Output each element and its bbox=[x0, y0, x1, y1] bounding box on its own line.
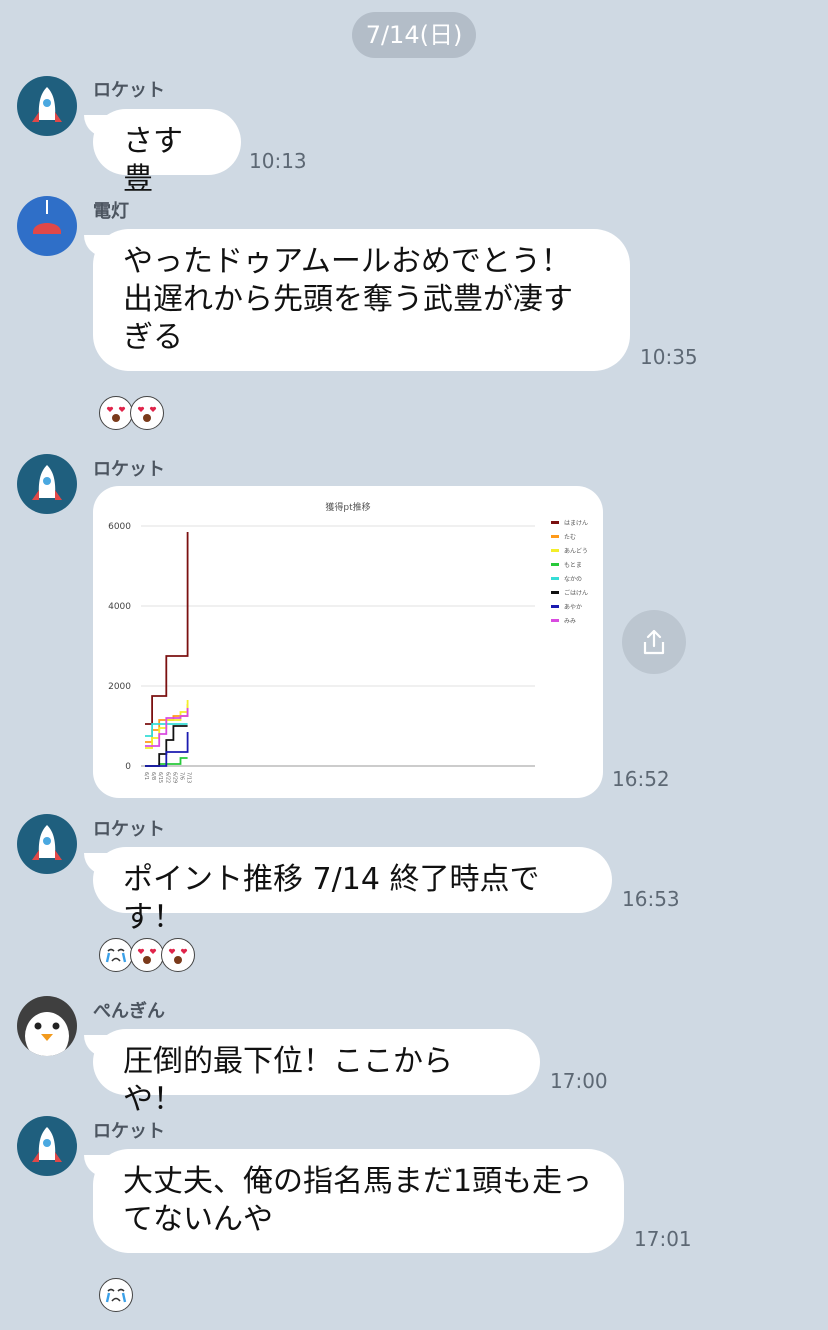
x-tick-label: 6/8 bbox=[150, 772, 156, 780]
message-bubble[interactable]: やったドゥアムールおめでとう！ 出遅れから先頭を奪う武豊が凄すぎる bbox=[84, 229, 630, 371]
sender-name: ロケット bbox=[93, 1121, 165, 1142]
rocket-icon bbox=[32, 87, 62, 122]
legend-swatch bbox=[551, 605, 559, 608]
heart-eyes-face-icon[interactable] bbox=[161, 938, 195, 972]
message-text: 圧倒的最下位！ここからや！ bbox=[123, 1044, 453, 1117]
crying-face-icon[interactable] bbox=[99, 938, 133, 972]
lamp-icon bbox=[33, 200, 61, 234]
message-bubble[interactable]: ポイント推移 7/14 終了時点です！ bbox=[84, 847, 612, 935]
heart-eyes-face-icon[interactable] bbox=[130, 938, 164, 972]
avatar-rocket[interactable] bbox=[17, 454, 77, 514]
x-tick-label: 6/15 bbox=[157, 772, 163, 783]
message-time: 16:52 bbox=[612, 767, 670, 791]
crying-face-icon[interactable] bbox=[99, 1278, 133, 1312]
legend-swatch bbox=[551, 563, 559, 566]
message-bubble[interactable]: 圧倒的最下位！ここからや！ bbox=[84, 1029, 540, 1117]
legend-label: もとま bbox=[564, 562, 582, 569]
x-tick-label: 6/22 bbox=[164, 772, 170, 783]
heart-eyes-face-icon[interactable] bbox=[99, 396, 133, 430]
y-tick-label: 6000 bbox=[108, 522, 131, 532]
avatar-lamp[interactable] bbox=[17, 196, 77, 256]
date-separator: 7/14(日) bbox=[352, 12, 476, 58]
rocket-icon bbox=[32, 1127, 62, 1162]
legend-label: ごはけん bbox=[564, 589, 588, 597]
legend-label: たむ bbox=[564, 534, 576, 541]
legend-label: あやか bbox=[564, 603, 582, 611]
share-button[interactable] bbox=[622, 610, 686, 674]
y-tick-label: 2000 bbox=[108, 682, 131, 692]
message-time: 17:01 bbox=[634, 1227, 692, 1251]
sender-name: ロケット bbox=[93, 819, 165, 840]
message-time: 10:35 bbox=[640, 345, 698, 369]
legend-swatch bbox=[551, 549, 559, 552]
legend-label: はまけん bbox=[564, 520, 588, 527]
rocket-icon bbox=[32, 825, 62, 860]
message-text: ポイント推移 7/14 終了時点です！ bbox=[123, 862, 540, 935]
avatar-penguin[interactable] bbox=[17, 996, 77, 1056]
legend-swatch bbox=[551, 591, 559, 594]
message-text: さす豊 bbox=[123, 124, 183, 197]
sender-name: 電灯 bbox=[93, 201, 129, 222]
message-time: 17:00 bbox=[550, 1069, 608, 1093]
sender-name: ロケット bbox=[93, 80, 165, 101]
legend-swatch bbox=[551, 521, 559, 524]
x-tick-label: 7/6 bbox=[179, 772, 185, 780]
reaction-row[interactable] bbox=[99, 938, 195, 974]
avatar-rocket[interactable] bbox=[17, 1116, 77, 1176]
message-text: 大丈夫、俺の指名馬まだ1頭も走ってないんや bbox=[123, 1164, 593, 1237]
rocket-icon bbox=[32, 465, 62, 500]
message-time: 16:53 bbox=[622, 887, 680, 911]
message-text: やったドゥアムールおめでとう！ 出遅れから先頭を奪う武豊が凄すぎる bbox=[123, 244, 573, 355]
points-line-chart: 獲得pt推移 0200040006000 6/1 6/8 6/15 6/22 6/29 7… bbox=[108, 501, 588, 783]
share-icon bbox=[643, 629, 665, 655]
heart-eyes-face-icon[interactable] bbox=[130, 396, 164, 430]
legend-label: みみ bbox=[564, 618, 576, 625]
y-tick-label: 0 bbox=[125, 762, 131, 772]
message-bubble[interactable]: さす豊 bbox=[84, 109, 241, 197]
penguin-icon bbox=[25, 1012, 69, 1056]
x-tick-label: 6/1 bbox=[143, 772, 149, 780]
sender-name: ロケット bbox=[93, 459, 165, 480]
avatar-rocket[interactable] bbox=[17, 814, 77, 874]
reaction-row[interactable] bbox=[99, 1278, 133, 1314]
y-tick-label: 4000 bbox=[108, 602, 131, 612]
legend-swatch bbox=[551, 577, 559, 580]
chart-image-message[interactable]: 獲得pt推移 0 2000 4000 6000 6/1 6/8 6/15 6/22 6/29 7… bbox=[93, 486, 603, 798]
sender-name: ぺんぎん bbox=[93, 1001, 165, 1022]
reaction-row[interactable] bbox=[99, 396, 164, 432]
chart-title: 獲得pt推移 bbox=[325, 501, 370, 513]
legend-label: あんどう bbox=[564, 547, 588, 555]
legend-swatch bbox=[551, 535, 559, 538]
legend-label: なかの bbox=[564, 576, 582, 583]
message-time: 10:13 bbox=[249, 149, 307, 173]
legend-swatch bbox=[551, 619, 559, 622]
series-line bbox=[145, 532, 189, 725]
avatar-rocket[interactable] bbox=[17, 76, 77, 136]
x-tick-label: 7/13 bbox=[186, 772, 192, 783]
x-tick-label: 6/29 bbox=[171, 772, 177, 783]
message-bubble[interactable]: 大丈夫、俺の指名馬まだ1頭も走ってないんや bbox=[84, 1149, 624, 1253]
